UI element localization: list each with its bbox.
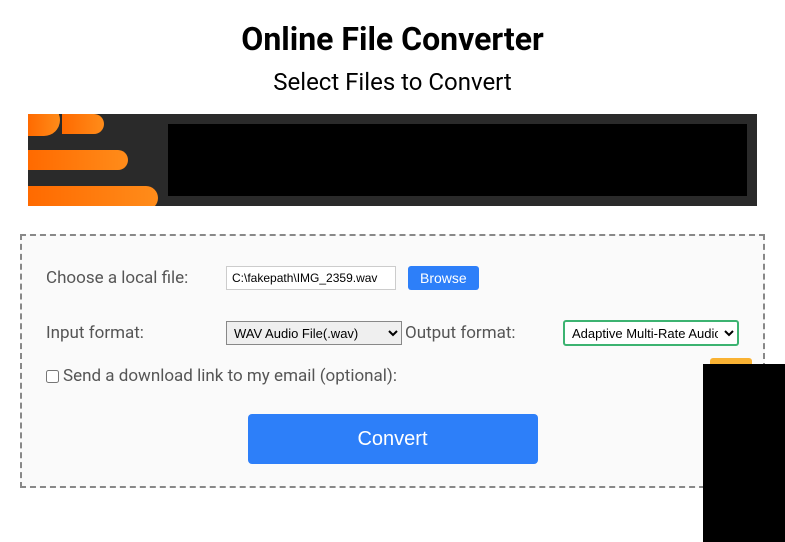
page-title: Online File Converter — [10, 20, 775, 58]
email-link-label: Send a download link to my email (option… — [63, 366, 397, 386]
banner-decoration — [28, 114, 168, 206]
input-format-select[interactable]: WAV Audio File(.wav) — [226, 321, 402, 345]
choose-file-label: Choose a local file: — [46, 268, 226, 288]
input-format-label: Input format: — [46, 323, 226, 343]
output-format-select[interactable]: Adaptive Multi-Rate Audio F — [563, 320, 739, 346]
page-subtitle: Select Files to Convert — [10, 68, 775, 96]
convert-button[interactable]: Convert — [248, 414, 538, 464]
file-path-input[interactable] — [226, 266, 396, 290]
conversion-form: Choose a local file: Browse Input format… — [20, 234, 765, 488]
browse-button[interactable]: Browse — [408, 266, 479, 290]
email-link-checkbox[interactable] — [46, 370, 59, 383]
output-format-label: Output format: — [405, 323, 516, 343]
banner-content-area — [168, 124, 747, 196]
overlay-panel — [703, 364, 785, 542]
ad-banner — [28, 114, 757, 206]
